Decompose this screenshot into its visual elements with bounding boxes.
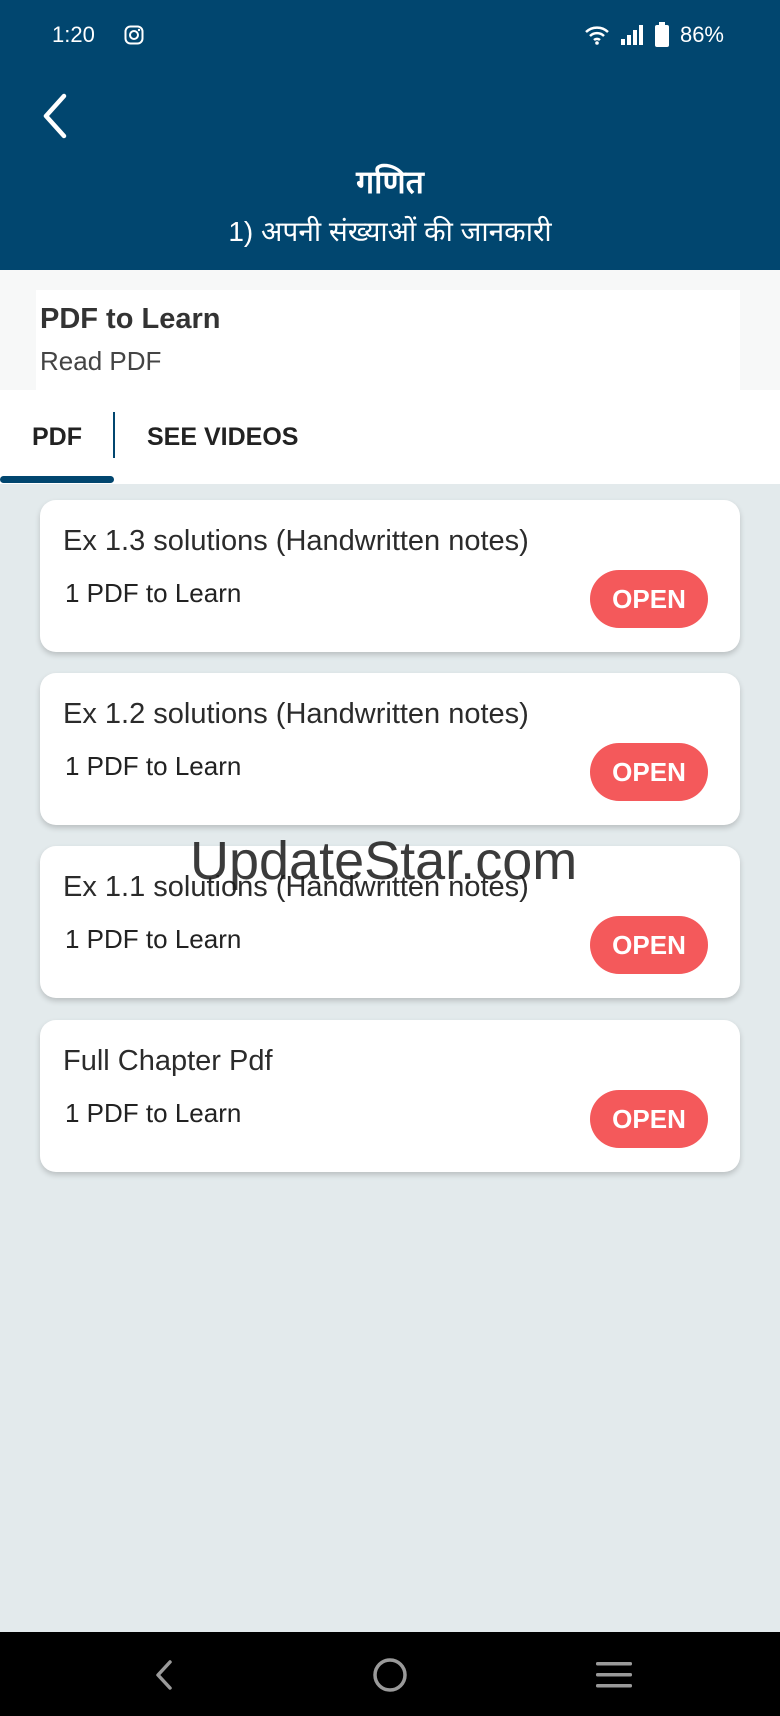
section-title: PDF to Learn	[40, 303, 221, 335]
open-button[interactable]: OPEN	[590, 570, 708, 628]
nav-home-icon[interactable]	[367, 1652, 413, 1698]
item-subtitle: 1 PDF to Learn	[65, 751, 242, 781]
item-title: Full Chapter Pdf	[63, 1045, 273, 1077]
item-subtitle: 1 PDF to Learn	[65, 924, 242, 954]
item-title: Ex 1.3 solutions (Handwritten notes)	[63, 525, 529, 557]
open-button[interactable]: OPEN	[590, 1090, 708, 1148]
battery-percent: 86%	[679, 22, 724, 47]
list-item[interactable]: Full Chapter Pdf 1 PDF to Learn OPEN	[40, 1020, 740, 1172]
tab-see-videos[interactable]: SEE VIDEOS	[147, 390, 298, 484]
item-subtitle: 1 PDF to Learn	[65, 578, 242, 608]
instagram-icon	[124, 25, 144, 45]
nav-back-icon[interactable]	[142, 1652, 188, 1698]
app-header: 1:20 86% गणित 1) अपनी संख्याओं की जानकार…	[0, 0, 780, 270]
active-tab-indicator	[0, 476, 114, 483]
back-arrow-icon[interactable]	[36, 88, 76, 144]
system-nav-bar	[0, 1632, 780, 1716]
page-title: गणित	[356, 164, 424, 200]
open-button[interactable]: OPEN	[590, 916, 708, 974]
page-subtitle: 1) अपनी संख्याओं की जानकारी	[228, 216, 552, 247]
list-item[interactable]: Ex 1.3 solutions (Handwritten notes) 1 P…	[40, 500, 740, 652]
tab-pdf[interactable]: PDF	[0, 390, 114, 484]
status-icons: 86%	[584, 22, 724, 48]
list-item[interactable]: Ex 1.2 solutions (Handwritten notes) 1 P…	[40, 673, 740, 825]
battery-icon	[654, 22, 669, 47]
signal-icon	[620, 25, 643, 45]
item-title: Ex 1.2 solutions (Handwritten notes)	[63, 698, 529, 730]
open-button[interactable]: OPEN	[590, 743, 708, 801]
list-item[interactable]: Ex 1.1 solutions (Handwritten notes) 1 P…	[40, 846, 740, 998]
nav-menu-icon[interactable]	[591, 1652, 637, 1698]
tab-bar: PDF SEE VIDEOS	[0, 390, 780, 484]
status-time: 1:20	[52, 22, 95, 47]
item-title: Ex 1.1 solutions (Handwritten notes)	[63, 871, 529, 903]
section-subtitle: Read PDF	[40, 346, 162, 376]
wifi-icon	[585, 26, 609, 45]
item-subtitle: 1 PDF to Learn	[65, 1098, 242, 1128]
tab-divider	[113, 412, 115, 458]
